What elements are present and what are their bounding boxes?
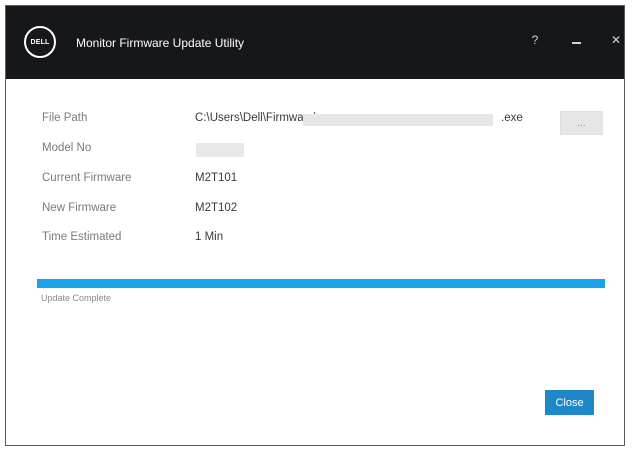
logo-text: DELL [30, 38, 50, 46]
window-title: Monitor Firmware Update Utility [76, 36, 245, 50]
title-bar: DELL Monitor Firmware Update Utility ? ✕ [6, 6, 624, 79]
file-path-extension: .exe [501, 112, 523, 124]
file-path-label: File Path [42, 112, 88, 124]
model-no-redaction [196, 143, 244, 157]
time-estimated-label: Time Estimated [42, 231, 122, 243]
status-text: Update Complete [41, 293, 112, 303]
dell-logo: DELL [24, 26, 56, 58]
file-path-value: C:\Users\Dell\Firmware\ .exe [195, 112, 525, 128]
new-firmware-label: New Firmware [42, 202, 117, 214]
minimize-icon [571, 42, 581, 44]
close-button[interactable]: Close [545, 390, 594, 415]
current-firmware-value: M2T101 [195, 172, 238, 184]
model-no-label: Model No [42, 142, 92, 154]
close-window-button[interactable]: ✕ [605, 30, 627, 50]
progress-bar [37, 279, 605, 288]
time-estimated-value: 1 Min [195, 231, 224, 243]
help-button[interactable]: ? [524, 30, 546, 50]
file-path-redaction [303, 114, 493, 126]
current-firmware-label: Current Firmware [42, 172, 132, 184]
browse-button[interactable]: ... [560, 111, 603, 135]
firmware-update-window: DELL Monitor Firmware Update Utility ? ✕ [5, 5, 625, 446]
progress-fill [37, 279, 605, 288]
file-path-text: C:\Users\Dell\Firmware\ [195, 112, 318, 124]
new-firmware-value: M2T102 [195, 202, 238, 214]
minimize-button[interactable] [565, 30, 587, 50]
